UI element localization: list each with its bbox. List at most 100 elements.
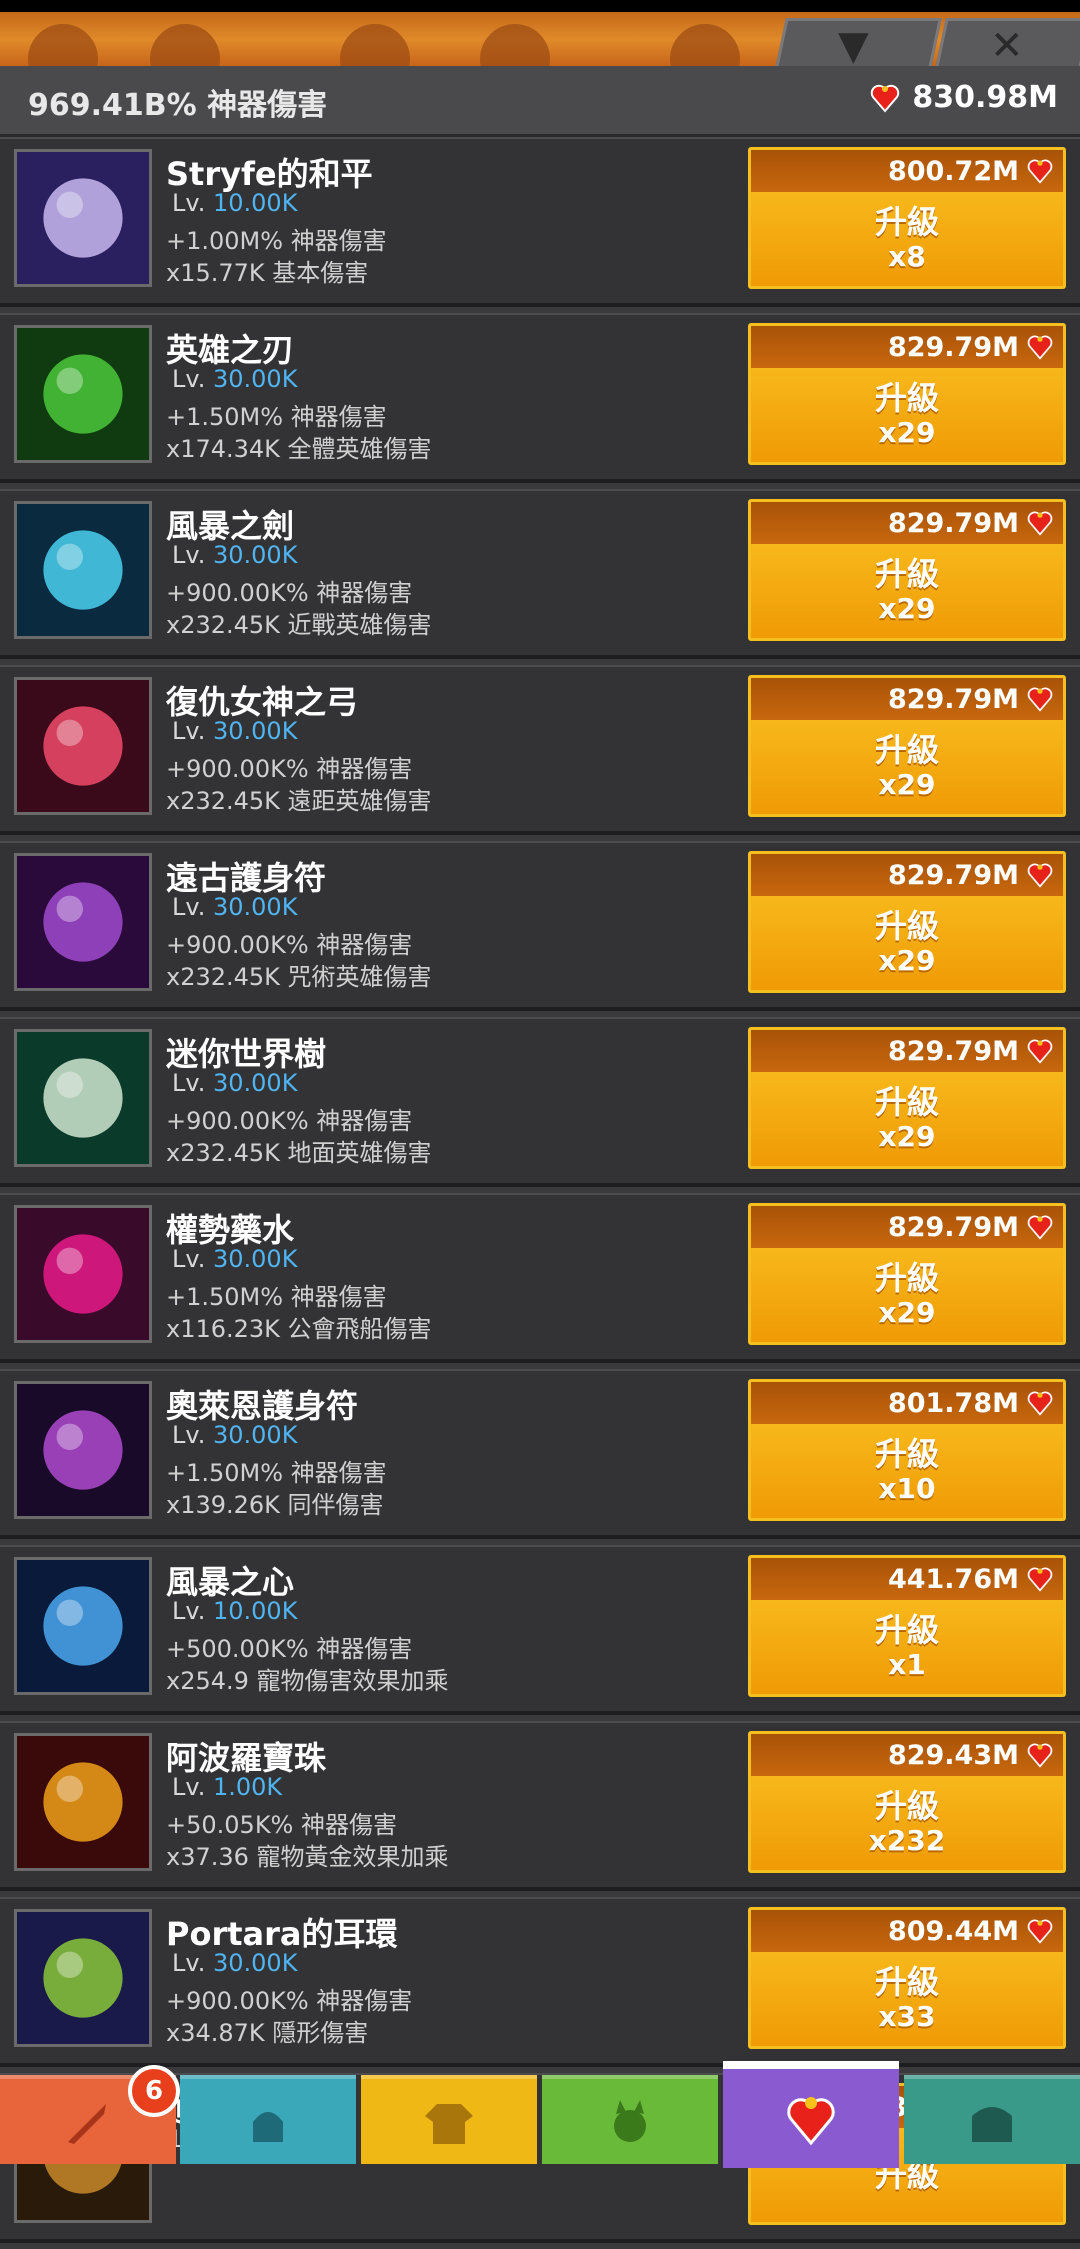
viking-helmet-icon bbox=[253, 2111, 283, 2142]
artifact-icon[interactable] bbox=[14, 1205, 152, 1343]
upgrade-multiplier: x10 bbox=[878, 1472, 936, 1505]
artifact-list[interactable]: Stryfe的和平 Lv. 10.00K +1.00M% 神器傷害 x15.77… bbox=[0, 137, 1080, 2249]
artifact-row: 權勢藥水 Lv. 30.00K +1.50M% 神器傷害 x116.23K 公會… bbox=[0, 1193, 1080, 1363]
artifact-level: Lv. 30.00K bbox=[172, 1069, 298, 1097]
artifact-damage-bonus: +900.00K% 神器傷害 bbox=[166, 1107, 413, 1135]
upgrade-button[interactable]: 829.79M 升級 x29 bbox=[748, 675, 1066, 817]
upgrade-label: 升級 bbox=[874, 555, 939, 593]
artifact-damage-bonus: +900.00K% 神器傷害 bbox=[166, 579, 413, 607]
upgrade-cost: 800.72M bbox=[751, 150, 1063, 192]
tab-shop[interactable] bbox=[904, 2075, 1080, 2164]
artifact-effect: x116.23K 公會飛船傷害 bbox=[166, 1315, 432, 1343]
upgrade-cost: 829.79M bbox=[751, 502, 1063, 544]
upgrade-cost: 441.76M bbox=[751, 1558, 1063, 1600]
upgrade-button[interactable]: 829.79M 升級 x29 bbox=[748, 1203, 1066, 1345]
upgrade-multiplier: x29 bbox=[878, 1120, 936, 1153]
tab-equipment[interactable] bbox=[361, 2075, 537, 2164]
winged-heart-icon bbox=[1025, 1742, 1055, 1768]
upgrade-button[interactable]: 829.43M 升級 x232 bbox=[748, 1731, 1066, 1873]
artifact-icon[interactable] bbox=[14, 149, 152, 287]
upgrade-label: 升級 bbox=[874, 1611, 939, 1649]
upgrade-button[interactable]: 809.44M 升級 x33 bbox=[748, 1907, 1066, 2049]
tab-artifacts[interactable] bbox=[723, 2061, 899, 2168]
tab-pets[interactable] bbox=[542, 2075, 718, 2164]
total-artifact-damage: 969.41B% 神器傷害 bbox=[28, 88, 328, 123]
status-bar bbox=[0, 0, 1080, 12]
chevron-down-icon[interactable]: ▼ bbox=[838, 26, 869, 66]
upgrade-button[interactable]: 441.76M 升級 x1 bbox=[748, 1555, 1066, 1697]
artifact-row: 英雄之刃 Lv. 30.00K +1.50M% 神器傷害 x174.34K 全體… bbox=[0, 313, 1080, 483]
artifact-level: Lv. 1.00K bbox=[172, 1773, 283, 1801]
artifact-effect: x139.26K 同伴傷害 bbox=[166, 1491, 384, 1519]
artifact-icon[interactable] bbox=[14, 501, 152, 639]
upgrade-cost: 829.43M bbox=[751, 1734, 1063, 1776]
tab-heroes[interactable] bbox=[180, 2075, 356, 2164]
artifact-level: Lv. 10.00K bbox=[172, 189, 298, 217]
coin-icon bbox=[480, 24, 550, 66]
upgrade-cost: 801.78M bbox=[751, 1382, 1063, 1424]
artifact-row: 風暴之心 Lv. 10.00K +500.00K% 神器傷害 x254.9 寵物… bbox=[0, 1545, 1080, 1715]
artifact-icon[interactable] bbox=[14, 325, 152, 463]
close-icon[interactable]: ✕ bbox=[990, 26, 1024, 66]
artifact-level: Lv. 30.00K bbox=[172, 1949, 298, 1977]
winged-heart-icon bbox=[1025, 1214, 1055, 1240]
artifact-icon[interactable] bbox=[14, 1733, 152, 1871]
artifact-icon[interactable] bbox=[14, 1909, 152, 2047]
upgrade-label: 升級 bbox=[874, 1963, 939, 2001]
artifact-icon[interactable] bbox=[14, 1557, 152, 1695]
artifact-icon[interactable] bbox=[14, 1381, 152, 1519]
chest-icon bbox=[972, 2106, 1012, 2142]
winged-heart-icon bbox=[787, 2096, 835, 2145]
artifact-row: 奧萊恩護身符 Lv. 30.00K +1.50M% 神器傷害 x139.26K … bbox=[0, 1369, 1080, 1539]
winged-heart-icon bbox=[1025, 1918, 1055, 1944]
upgrade-cost: 809.44M bbox=[751, 1910, 1063, 1952]
upgrade-multiplier: x29 bbox=[878, 944, 936, 977]
upgrade-multiplier: x33 bbox=[878, 2000, 936, 2033]
upgrade-button[interactable]: 829.79M 升級 x29 bbox=[748, 323, 1066, 465]
upgrade-multiplier: x8 bbox=[888, 240, 926, 273]
winged-heart-icon bbox=[1025, 158, 1055, 184]
upgrade-label: 升級 bbox=[874, 1435, 939, 1473]
upgrade-button[interactable]: 829.79M 升級 x29 bbox=[748, 851, 1066, 993]
artifact-effect: x232.45K 近戰英雄傷害 bbox=[166, 611, 432, 639]
artifact-level: Lv. 30.00K bbox=[172, 541, 298, 569]
crossed-swords-icon bbox=[150, 24, 220, 66]
artifact-effect: x174.34K 全體英雄傷害 bbox=[166, 435, 432, 463]
upgrade-multiplier: x29 bbox=[878, 768, 936, 801]
upgrade-button[interactable]: 800.72M 升級 x8 bbox=[748, 147, 1066, 289]
artifact-effect: x232.45K 咒術英雄傷害 bbox=[166, 963, 432, 991]
artifact-row: 阿波羅寶珠 Lv. 1.00K +50.05K% 神器傷害 x37.36 寵物黃… bbox=[0, 1721, 1080, 1891]
winged-heart-icon bbox=[1025, 510, 1055, 536]
upgrade-button[interactable]: 829.79M 升級 x29 bbox=[748, 499, 1066, 641]
artifact-icon[interactable] bbox=[14, 1029, 152, 1167]
pet-icon bbox=[614, 2099, 646, 2142]
artifact-row: Portara的耳環 Lv. 30.00K +900.00K% 神器傷害 x34… bbox=[0, 1897, 1080, 2067]
sword-icon bbox=[68, 2103, 106, 2144]
artifact-row: 迷你世界樹 Lv. 30.00K +900.00K% 神器傷害 x232.45K… bbox=[0, 1017, 1080, 1187]
upgrade-label: 升級 bbox=[874, 1787, 939, 1825]
artifact-icon[interactable] bbox=[14, 853, 152, 991]
upgrade-multiplier: x29 bbox=[878, 592, 936, 625]
artifact-row: 復仇女神之弓 Lv. 30.00K +900.00K% 神器傷害 x232.45… bbox=[0, 665, 1080, 835]
shield-icon bbox=[340, 24, 410, 66]
upgrade-label: 升級 bbox=[874, 731, 939, 769]
artifact-damage-bonus: +500.00K% 神器傷害 bbox=[166, 1635, 413, 1663]
upgrade-cost: 829.79M bbox=[751, 1206, 1063, 1248]
upgrade-button[interactable]: 829.79M 升級 x29 bbox=[748, 1027, 1066, 1169]
artifact-damage-bonus: +1.50M% 神器傷害 bbox=[166, 1459, 387, 1487]
upgrade-cost: 829.79M bbox=[751, 326, 1063, 368]
winged-heart-icon bbox=[1025, 686, 1055, 712]
artifact-damage-bonus: +900.00K% 神器傷害 bbox=[166, 931, 413, 959]
artifact-header: 969.41B% 神器傷害 830.98M bbox=[0, 66, 1080, 137]
currency-amount: 830.98M bbox=[912, 80, 1058, 115]
artifact-effect: x232.45K 地面英雄傷害 bbox=[166, 1139, 432, 1167]
notification-badge: 6 bbox=[128, 2065, 180, 2117]
artifact-icon[interactable] bbox=[14, 677, 152, 815]
artifact-effect: x254.9 寵物傷害效果加乘 bbox=[166, 1667, 449, 1695]
artifact-damage-bonus: +1.50M% 神器傷害 bbox=[166, 403, 387, 431]
artifact-row: 遠古護身符 Lv. 30.00K +900.00K% 神器傷害 x232.45K… bbox=[0, 841, 1080, 1011]
upgrade-label: 升級 bbox=[874, 1083, 939, 1121]
upgrade-button[interactable]: 801.78M 升級 x10 bbox=[748, 1379, 1066, 1521]
artifact-damage-bonus: +1.00M% 神器傷害 bbox=[166, 227, 387, 255]
artifact-level: Lv. 30.00K bbox=[172, 1245, 298, 1273]
